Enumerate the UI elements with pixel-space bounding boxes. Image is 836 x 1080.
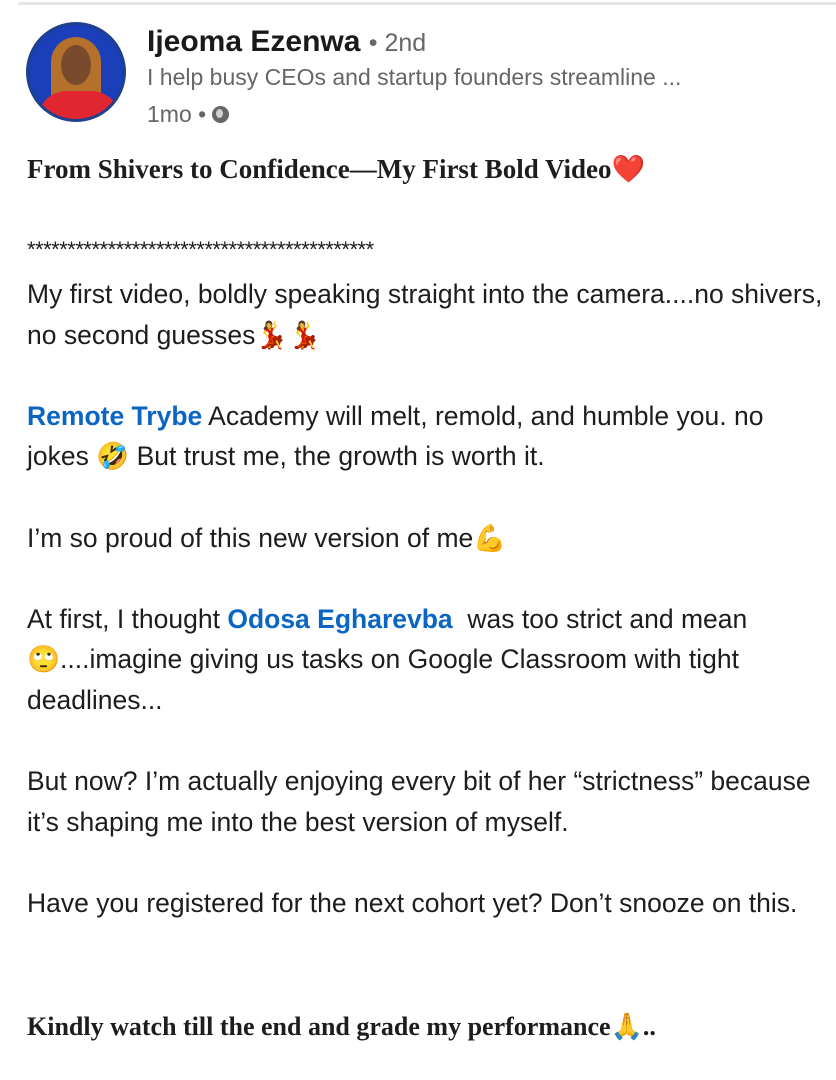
post-title: From Shivers to Confidence—My First Bold… (27, 153, 645, 185)
paragraph-6: Have you registered for the next cohort … (27, 887, 798, 918)
top-divider (18, 2, 836, 5)
paragraph-2: Remote Trybe Academy will melt, remold, … (27, 396, 827, 477)
p4-text-a: At first, I thought (27, 603, 228, 634)
folded-hands-icon: 🙏 (610, 1012, 643, 1041)
post-meta: 1mo • (147, 101, 230, 128)
paragraph-3: I’m so proud of this new version of me💪 (27, 518, 827, 559)
author-row: Ijeoma Ezenwa • 2nd (147, 22, 426, 63)
paragraph-4: At first, I thought Odosa Egharevba was … (27, 599, 827, 721)
globe-icon (212, 106, 230, 123)
separator: ****************************************… (27, 237, 374, 262)
avatar-face (61, 45, 91, 85)
laughing-icon: 🤣 (96, 441, 130, 472)
remote-trybe-link[interactable]: Remote Trybe (27, 401, 202, 431)
dancing-woman-icon: 💃💃 (255, 319, 322, 350)
closing-line: Kindly watch till the end and grade my p… (27, 1012, 656, 1042)
flexed-biceps-icon: 💪 (473, 522, 507, 553)
connection-degree: • 2nd (368, 29, 427, 57)
avatar[interactable] (26, 22, 126, 122)
p4-text-c: ....imagine giving us tasks on Google Cl… (27, 644, 740, 715)
post-time: 1mo • (147, 101, 207, 127)
p2-text-b: But trust me, the growth is worth it. (129, 441, 545, 472)
paragraph-5: But now? I’m actually enjoying every bit… (27, 766, 811, 837)
p1-text: My first video, boldly speaking straight… (27, 279, 823, 350)
post-body: My first video, boldly speaking straight… (27, 274, 827, 964)
closing-text: Kindly watch till the end and grade my p… (27, 1012, 611, 1041)
closing-ellipsis: .. (642, 1012, 656, 1041)
author-name[interactable]: Ijeoma Ezenwa (147, 25, 360, 58)
p3-text: I’m so proud of this new version of me (27, 522, 474, 553)
eye-roll-icon: 🙄 (27, 644, 60, 675)
post-title-text: From Shivers to Confidence—My First Bold… (27, 154, 612, 184)
p4-text-b: was too strict and mean (452, 603, 748, 634)
odosa-egharevba-link[interactable]: Odosa Egharevba (227, 604, 452, 634)
avatar-shirt (37, 91, 121, 119)
paragraph-1: My first video, boldly speaking straight… (27, 274, 827, 355)
author-headline: I help busy CEOs and startup founders st… (147, 64, 682, 90)
heart-icon: ❤️ (611, 154, 646, 184)
